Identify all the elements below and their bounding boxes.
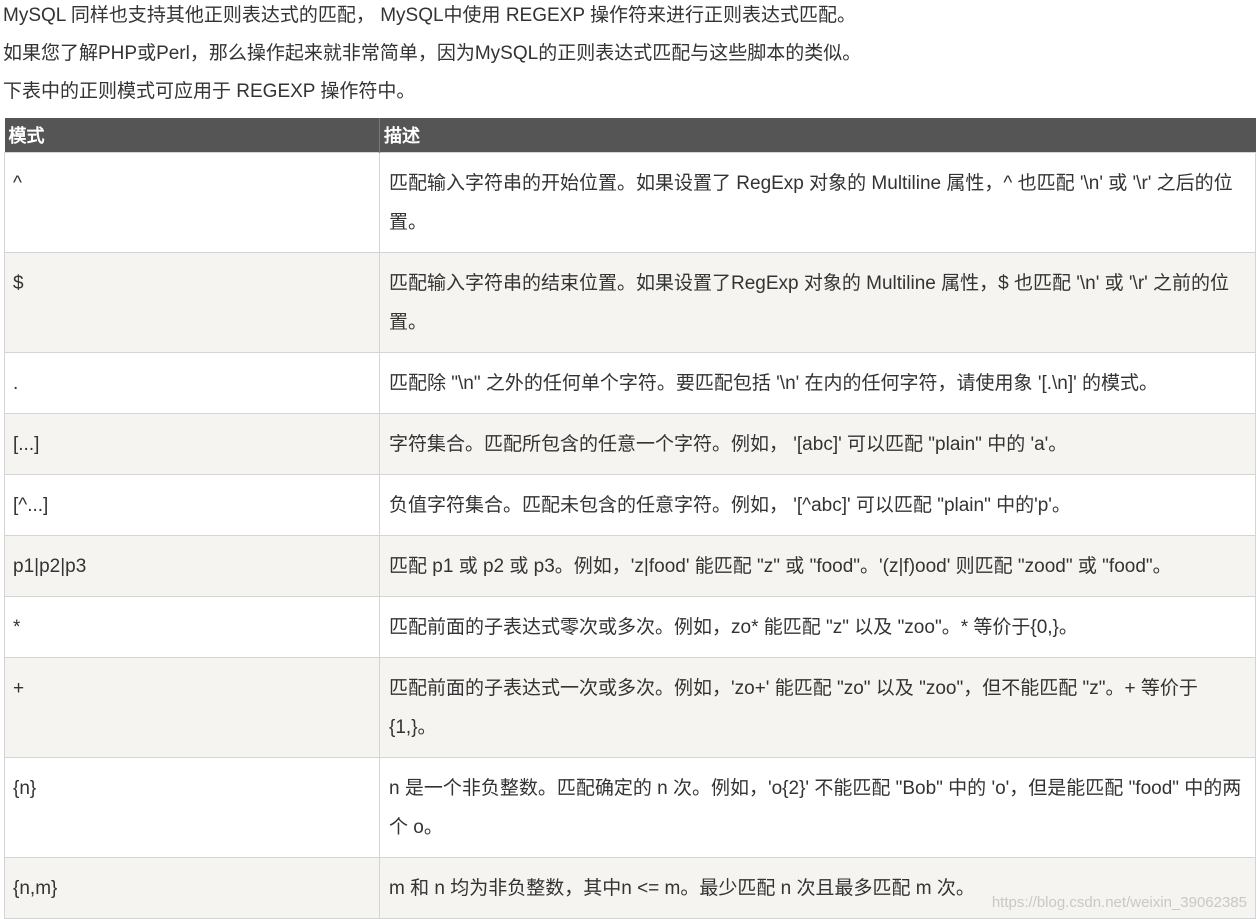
table-row: [^...] 负值字符集合。匹配未包含的任意字符。例如， '[^abc]' 可以… [4, 474, 1256, 536]
description-cell: 匹配前面的子表达式一次或多次。例如，'zo+' 能匹配 "zo" 以及 "zoo… [379, 657, 1256, 758]
pattern-cell: $ [4, 252, 380, 353]
description-cell: 匹配前面的子表达式零次或多次。例如，zo* 能匹配 "z" 以及 "zoo"。*… [379, 596, 1256, 658]
description-cell: 匹配除 "\n" 之外的任何单个字符。要匹配包括 '\n' 在内的任何字符，请使… [379, 352, 1256, 414]
pattern-cell: {n,m} [4, 857, 380, 919]
table-row: * 匹配前面的子表达式零次或多次。例如，zo* 能匹配 "z" 以及 "zoo"… [4, 596, 1256, 658]
regex-pattern-table: 模式 描述 ^ 匹配输入字符串的开始位置。如果设置了 RegExp 对象的 Mu… [4, 118, 1256, 919]
description-cell: n 是一个非负整数。匹配确定的 n 次。例如，'o{2}' 不能匹配 "Bob"… [379, 757, 1256, 858]
intro-paragraph-2: 如果您了解PHP或Perl，那么操作起来就非常简单，因为MySQL的正则表达式匹… [3, 43, 862, 64]
table-header-row: 模式 描述 [4, 118, 1256, 153]
blog-watermark: https://blog.csdn.net/weixin_39062385 [991, 894, 1247, 911]
header-description: 描述 [379, 118, 1256, 153]
table-row: $ 匹配输入字符串的结束位置。如果设置了RegExp 对象的 Multiline… [4, 252, 1256, 353]
table-row: . 匹配除 "\n" 之外的任何单个字符。要匹配包括 '\n' 在内的任何字符，… [4, 352, 1256, 414]
pattern-cell: {n} [4, 757, 380, 858]
table-row: [...] 字符集合。匹配所包含的任意一个字符。例如， '[abc]' 可以匹配… [4, 413, 1256, 475]
pattern-cell: + [4, 657, 380, 758]
intro-paragraph-1: MySQL 同样也支持其他正则表达式的匹配， MySQL中使用 REGEXP 操… [3, 5, 856, 26]
description-cell: 匹配输入字符串的开始位置。如果设置了 RegExp 对象的 Multiline … [379, 152, 1256, 253]
table-row: p1|p2|p3 匹配 p1 或 p2 或 p3。例如，'z|food' 能匹配… [4, 535, 1256, 597]
description-cell: 负值字符集合。匹配未包含的任意字符。例如， '[^abc]' 可以匹配 "pla… [379, 474, 1256, 536]
table-row: {n} n 是一个非负整数。匹配确定的 n 次。例如，'o{2}' 不能匹配 "… [4, 757, 1256, 858]
description-cell: 匹配 p1 或 p2 或 p3。例如，'z|food' 能匹配 "z" 或 "f… [379, 535, 1256, 597]
pattern-cell: [...] [4, 413, 380, 475]
table-row: ^ 匹配输入字符串的开始位置。如果设置了 RegExp 对象的 Multilin… [4, 152, 1256, 253]
pattern-cell: p1|p2|p3 [4, 535, 380, 597]
description-cell: 字符集合。匹配所包含的任意一个字符。例如， '[abc]' 可以匹配 "plai… [379, 413, 1256, 475]
pattern-cell: [^...] [4, 474, 380, 536]
intro-paragraph-3: 下表中的正则模式可应用于 REGEXP 操作符中。 [3, 81, 416, 102]
pattern-cell: * [4, 596, 380, 658]
description-cell: 匹配输入字符串的结束位置。如果设置了RegExp 对象的 Multiline 属… [379, 252, 1256, 353]
pattern-cell: . [4, 352, 380, 414]
header-pattern: 模式 [4, 118, 380, 153]
table-row: + 匹配前面的子表达式一次或多次。例如，'zo+' 能匹配 "zo" 以及 "z… [4, 657, 1256, 758]
pattern-cell: ^ [4, 152, 380, 253]
